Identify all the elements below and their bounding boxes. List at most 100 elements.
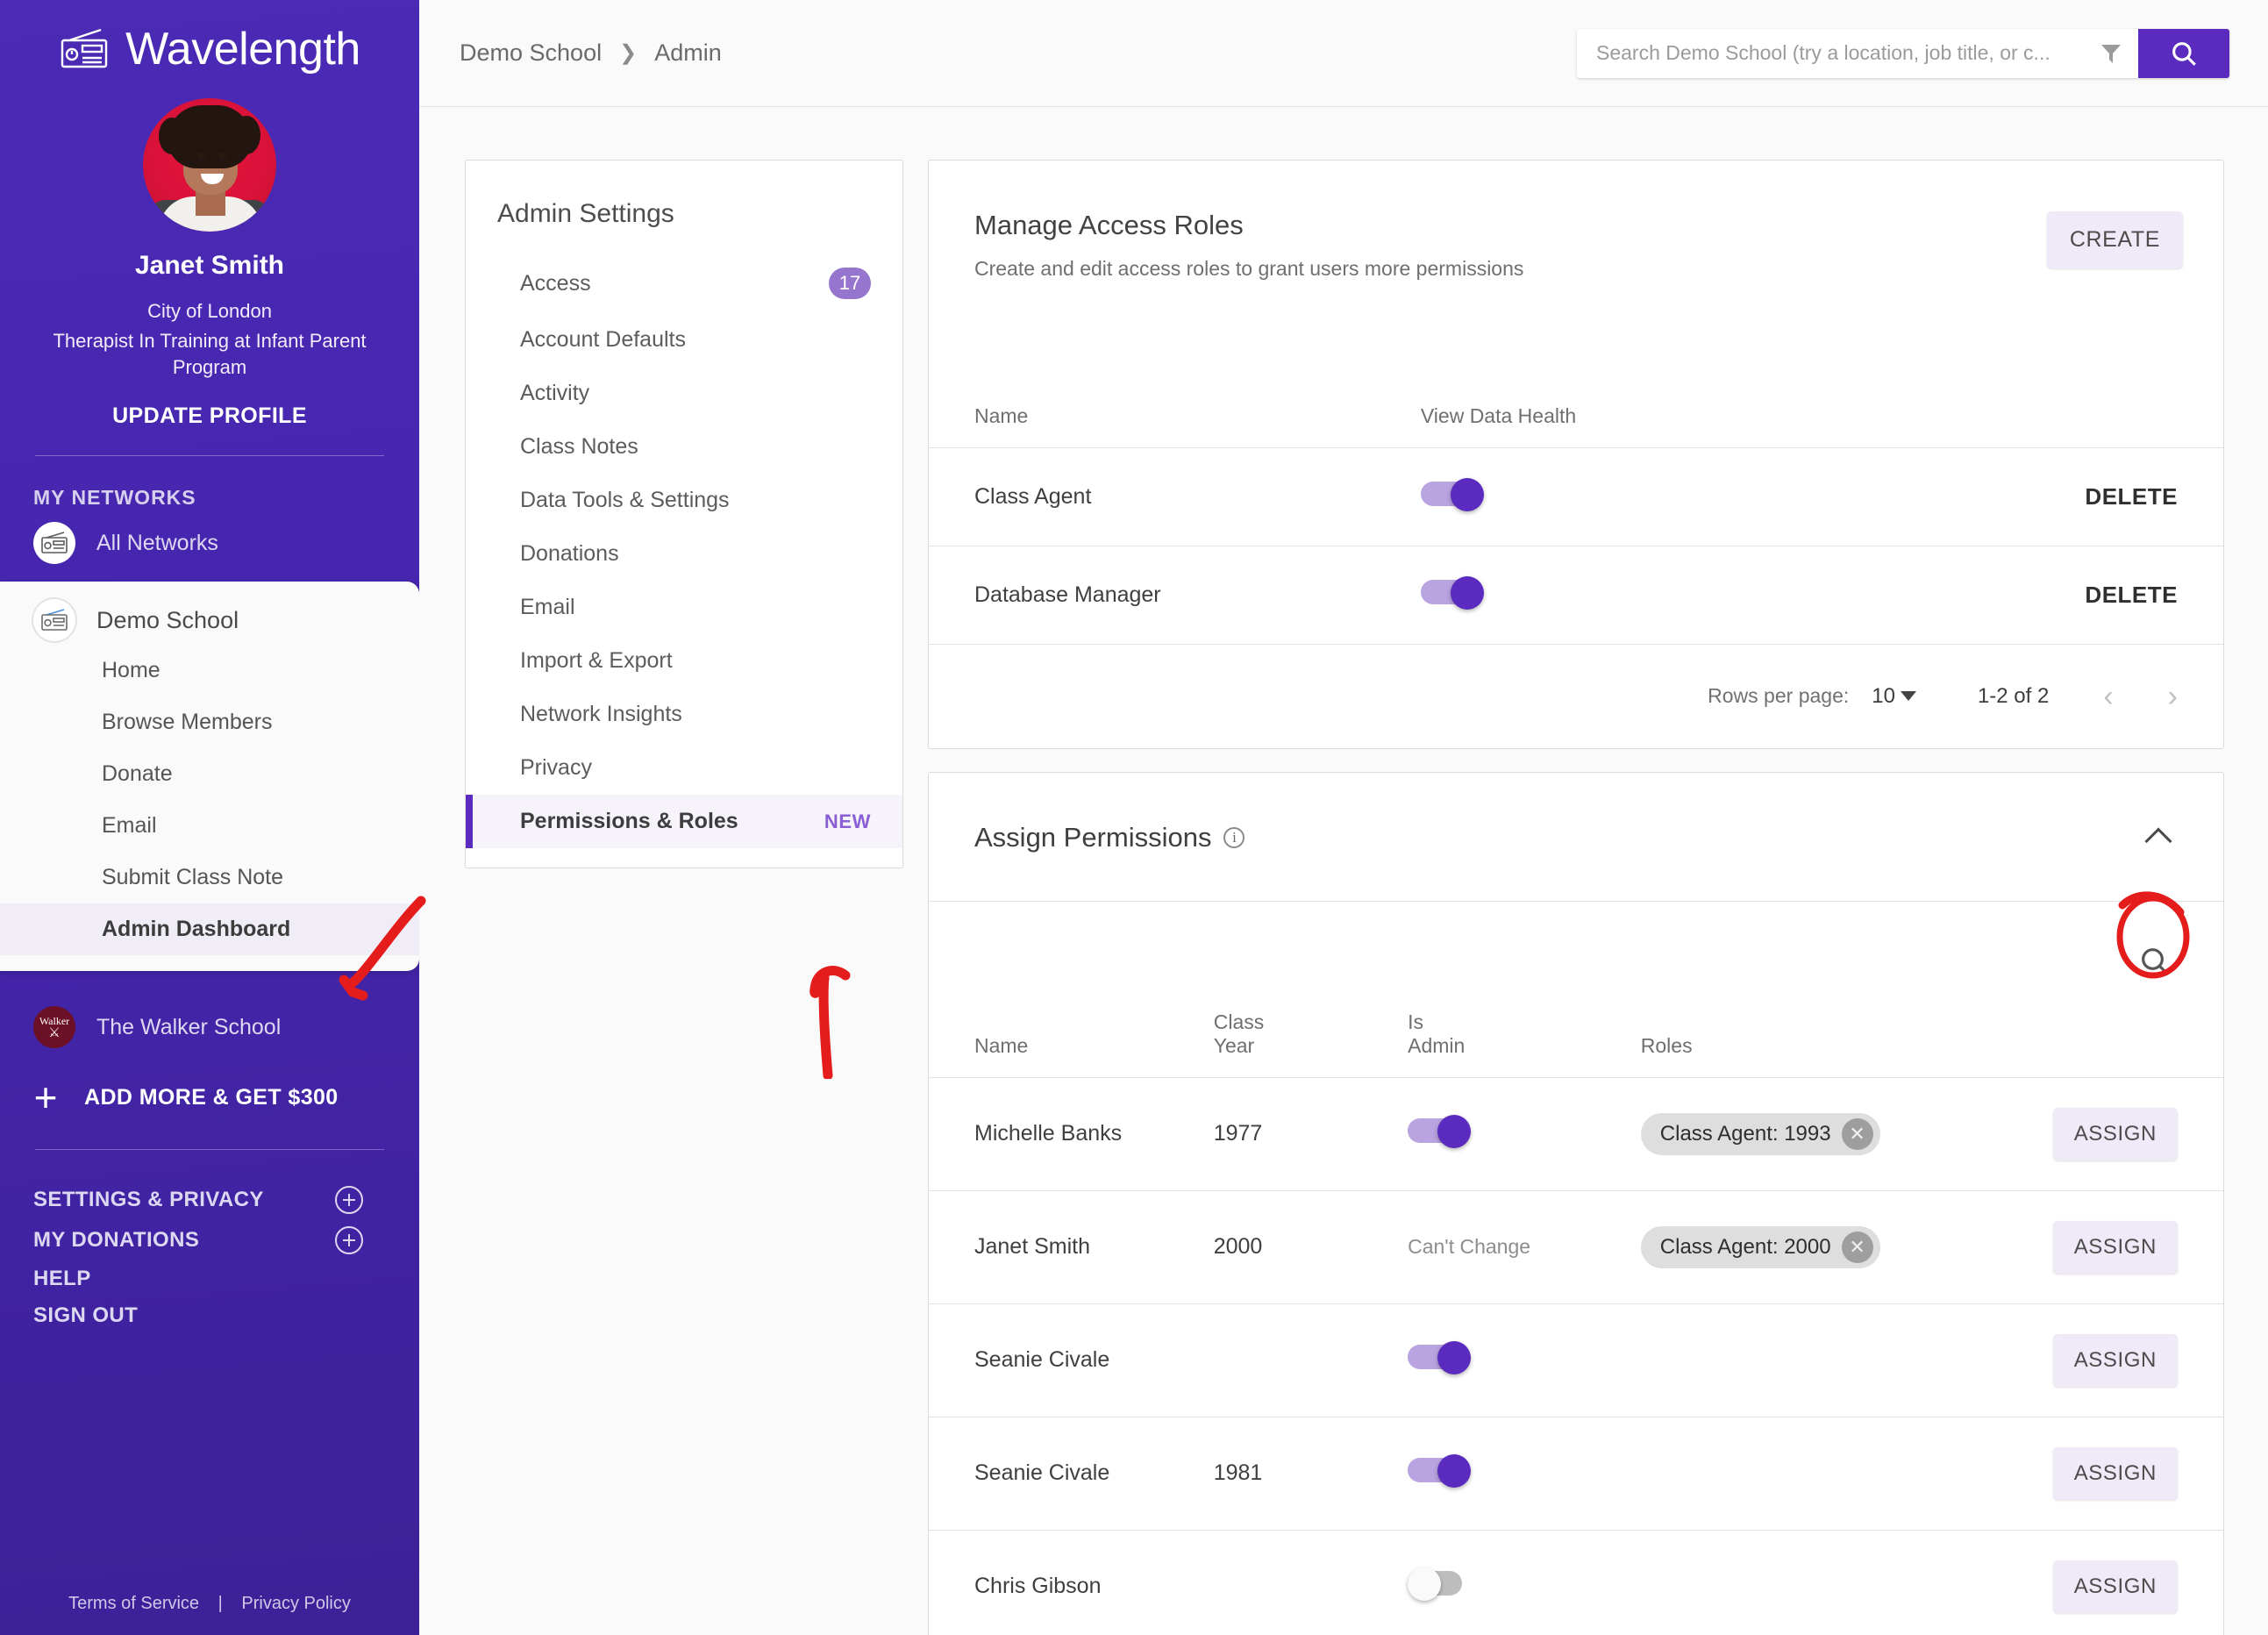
settings-item-label: Donations	[520, 541, 619, 566]
settings-item-permissions-roles[interactable]: Permissions & Roles NEW	[466, 795, 902, 848]
assign-button[interactable]: ASSIGN	[2052, 1220, 2178, 1274]
role-chip-label: Class Agent: 2000	[1659, 1234, 1831, 1259]
settings-item-privacy[interactable]: Privacy	[466, 741, 902, 795]
chevron-left-icon[interactable]: ‹	[2103, 682, 2113, 711]
avatar[interactable]	[143, 98, 276, 232]
delete-role-button[interactable]: DELETE	[1861, 546, 2223, 644]
member-roles-cell	[1641, 1530, 2003, 1635]
table-row: Seanie Civale ASSIGN	[929, 1303, 2223, 1417]
expand-plus-icon[interactable]	[335, 1225, 363, 1254]
sidebar-item-label: SETTINGS & PRIVACY	[33, 1187, 264, 1211]
add-more-networks-button[interactable]: + ADD MORE & GET $300	[0, 1067, 419, 1127]
is-admin-toggle[interactable]	[1408, 1567, 1476, 1601]
member-name: Michelle Banks	[974, 1121, 1123, 1146]
settings-item-network-insights[interactable]: Network Insights	[466, 688, 902, 741]
view-data-health-toggle[interactable]	[1420, 477, 1489, 511]
assign-button[interactable]: ASSIGN	[2052, 1333, 2178, 1387]
search-icon[interactable]	[2137, 944, 2172, 979]
terms-of-service-link[interactable]: Terms of Service	[68, 1594, 199, 1613]
delete-role-button[interactable]: DELETE	[1861, 447, 2223, 546]
sidebar-item-demo-school[interactable]: Demo School	[0, 596, 419, 645]
settings-item-label: Permissions & Roles	[520, 809, 738, 833]
manage-roles-table: Name View Data Health Class Agent DELETE…	[929, 281, 2223, 644]
sidebar-item-label: Demo School	[96, 606, 239, 633]
column-header-name: Name	[974, 403, 1029, 427]
sidebar-subitem-submit-class-note[interactable]: Submit Class Note	[0, 852, 419, 903]
close-icon[interactable]: ✕	[1841, 1117, 1873, 1150]
pagination-range: 1-2 of 2	[1977, 683, 2050, 708]
expand-plus-icon[interactable]	[335, 1185, 363, 1214]
settings-item-activity[interactable]: Activity	[466, 367, 902, 420]
rows-per-page-select[interactable]: 10	[1872, 684, 1916, 709]
table-row: Michelle Banks 1977 Class Agent: 1993 ✕	[929, 1077, 2223, 1190]
assign-button[interactable]: ASSIGN	[2052, 1560, 2178, 1613]
update-profile-button[interactable]: UPDATE PROFILE	[0, 403, 419, 429]
role-name: Database Manager	[974, 582, 1161, 607]
is-admin-toggle[interactable]	[1408, 1115, 1476, 1148]
is-admin-toggle[interactable]	[1408, 1341, 1476, 1374]
privacy-policy-link[interactable]: Privacy Policy	[241, 1594, 350, 1613]
settings-item-donations[interactable]: Donations	[466, 527, 902, 581]
info-icon[interactable]: i	[1223, 826, 1245, 848]
search-button[interactable]	[2138, 28, 2229, 78]
settings-item-import-export[interactable]: Import & Export	[466, 634, 902, 688]
create-role-button[interactable]: CREATE	[2046, 211, 2183, 268]
sidebar-item-sign-out[interactable]: SIGN OUT	[0, 1297, 419, 1334]
breadcrumb-current: Admin	[654, 39, 722, 66]
assign-action-cell: ASSIGN	[2003, 1077, 2223, 1190]
settings-item-label: Privacy	[520, 755, 592, 780]
sidebar-item-label: MY DONATIONS	[33, 1227, 200, 1252]
sidebar-subitem-browse-members[interactable]: Browse Members	[0, 696, 419, 748]
close-icon[interactable]: ✕	[1841, 1231, 1873, 1263]
is-admin-toggle[interactable]	[1408, 1454, 1476, 1488]
user-title: Therapist In Training at Infant Parent P…	[53, 330, 367, 379]
column-header-class-year: Class Year	[1213, 1010, 1265, 1057]
sidebar-item-walker-school[interactable]: Walker ⚔ The Walker School	[0, 987, 419, 1067]
settings-item-label: Access	[520, 270, 591, 296]
member-is-admin-cell	[1408, 1077, 1641, 1190]
search-input[interactable]	[1596, 41, 2093, 65]
sidebar-subitem-admin-dashboard[interactable]: Admin Dashboard	[0, 903, 419, 956]
rows-per-page-label: Rows per page:	[1708, 684, 1850, 707]
sidebar-subitem-email[interactable]: Email	[0, 800, 419, 852]
settings-item-access[interactable]: Access 17	[466, 253, 902, 313]
table-row: Janet Smith 2000 Can't Change Class Agen…	[929, 1190, 2223, 1303]
filter-icon[interactable]	[2100, 42, 2122, 65]
assign-button[interactable]: ASSIGN	[2052, 1446, 2178, 1500]
sidebar-item-my-donations[interactable]: MY DONATIONS	[0, 1220, 419, 1260]
member-name: Chris Gibson	[974, 1574, 1102, 1598]
sidebar-item-all-networks[interactable]: All Networks	[0, 510, 419, 576]
member-roles-cell	[1641, 1303, 2003, 1417]
assign-action-cell: ASSIGN	[2003, 1417, 2223, 1530]
sidebar-item-help[interactable]: HELP	[0, 1260, 419, 1297]
manage-access-roles-card: Manage Access Roles Create and edit acce…	[928, 160, 2224, 749]
new-tag: NEW	[824, 810, 871, 832]
collapse-section-button[interactable]	[2139, 818, 2178, 857]
table-header-row: Name Class Year Is Admin Roles	[929, 1010, 2223, 1078]
brand[interactable]: Wavelength	[0, 0, 419, 84]
status-badge: 17	[829, 268, 871, 299]
settings-item-email[interactable]: Email	[466, 581, 902, 634]
settings-item-class-notes[interactable]: Class Notes	[466, 420, 902, 474]
sidebar-item-settings-privacy[interactable]: SETTINGS & PRIVACY	[0, 1180, 419, 1220]
column-header-roles: Roles	[1640, 1033, 1693, 1057]
walker-school-logo: Walker ⚔	[33, 1006, 75, 1049]
sidebar-subitem-donate[interactable]: Donate	[0, 748, 419, 800]
chevron-right-icon[interactable]: ›	[2168, 682, 2178, 711]
role-chip[interactable]: Class Agent: 2000 ✕	[1640, 1225, 1880, 1268]
breadcrumb-root[interactable]: Demo School	[460, 39, 602, 67]
topbar: Demo School ❯ Admin	[419, 0, 2268, 107]
chevron-right-icon: ❯	[619, 41, 638, 65]
settings-item-label: Network Insights	[520, 702, 682, 726]
sidebar-subitem-home[interactable]: Home	[0, 645, 419, 696]
settings-item-data-tools-settings[interactable]: Data Tools & Settings	[466, 474, 902, 527]
column-header-actions	[2003, 1010, 2223, 1078]
role-chip[interactable]: Class Agent: 1993 ✕	[1640, 1112, 1880, 1155]
member-name: Seanie Civale	[974, 1460, 1110, 1485]
member-class-year: 1981	[1213, 1460, 1263, 1485]
search-input-wrapper	[1577, 28, 2138, 78]
settings-item-account-defaults[interactable]: Account Defaults	[466, 313, 902, 367]
view-data-health-toggle[interactable]	[1420, 575, 1489, 610]
assign-button[interactable]: ASSIGN	[2052, 1107, 2178, 1160]
admin-settings-card: Admin Settings Access 17 Account Default…	[465, 160, 903, 868]
